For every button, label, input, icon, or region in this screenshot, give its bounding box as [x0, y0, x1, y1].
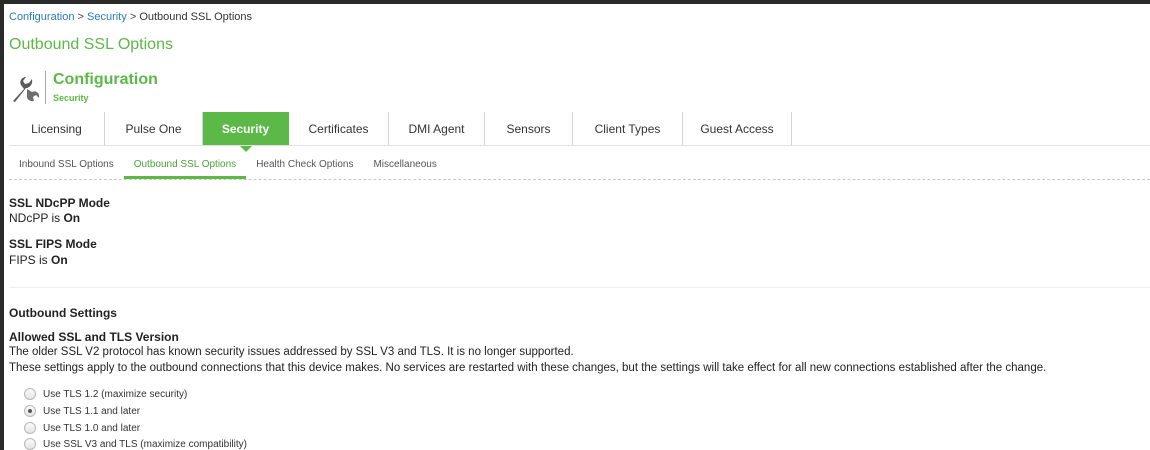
fips-status-prefix: FIPS is — [9, 253, 48, 267]
radio-button[interactable] — [24, 438, 36, 450]
tab-certificates[interactable]: Certificates — [289, 112, 389, 145]
radio-option-tls10[interactable]: Use TLS 1.0 and later — [24, 422, 140, 434]
breadcrumb-current: Outbound SSL Options — [139, 11, 253, 23]
ndcpp-status-value: On — [63, 211, 81, 225]
section-header-subtitle: Security — [53, 93, 89, 103]
wrench-icon — [10, 74, 42, 104]
outbound-settings-heading: Outbound Settings — [9, 306, 117, 320]
allowed-ssl-tls-label: Allowed SSL and TLS Version — [9, 330, 179, 344]
tab-security[interactable]: Security — [203, 112, 289, 152]
subtab-inbound-ssl-options[interactable]: Inbound SSL Options — [9, 157, 124, 179]
tabs-divider — [9, 145, 1150, 146]
main-tabs: Licensing Pulse One Security Certificate… — [9, 112, 792, 152]
radio-option-sslv3[interactable]: Use SSL V3 and TLS (maximize compatibili… — [24, 438, 247, 450]
fips-status-value: On — [51, 253, 68, 267]
subtab-miscellaneous[interactable]: Miscellaneous — [363, 157, 446, 179]
breadcrumb-link-configuration[interactable]: Configuration — [9, 11, 74, 23]
ndcpp-status-prefix: NDcPP is — [9, 211, 61, 225]
radio-option-label: Use TLS 1.1 and later — [43, 405, 141, 417]
radio-button[interactable] — [24, 422, 36, 434]
section-separator — [9, 287, 1150, 288]
window-frame-top — [0, 0, 1150, 4]
breadcrumb-separator: > — [77, 11, 84, 23]
tab-dmi-agent[interactable]: DMI Agent — [389, 112, 485, 145]
sub-tabs: Inbound SSL Options Outbound SSL Options… — [9, 157, 447, 179]
radio-option-tls12[interactable]: Use TLS 1.2 (maximize security) — [24, 388, 187, 400]
subtab-outbound-ssl-options[interactable]: Outbound SSL Options — [123, 157, 247, 179]
tab-client-types[interactable]: Client Types — [573, 112, 683, 145]
subtab-health-check-options[interactable]: Health Check Options — [246, 157, 363, 179]
outbound-settings-description: These settings apply to the outbound con… — [9, 362, 1047, 374]
radio-option-label: Use SSL V3 and TLS (maximize compatibili… — [43, 438, 247, 450]
subtabs-divider — [9, 179, 1150, 180]
ndcpp-mode-label: SSL NDcPP Mode — [9, 196, 110, 210]
window-frame-left — [0, 0, 4, 450]
ndcpp-mode-status: NDcPP is On — [9, 211, 80, 225]
tab-sensors[interactable]: Sensors — [485, 112, 573, 145]
header-divider — [45, 71, 46, 104]
radio-button[interactable] — [24, 405, 36, 417]
breadcrumb-link-security[interactable]: Security — [87, 11, 127, 23]
radio-option-label: Use TLS 1.0 and later — [43, 422, 141, 434]
breadcrumb: Configuration > Security > Outbound SSL … — [9, 11, 252, 23]
fips-mode-status: FIPS is On — [9, 253, 68, 267]
section-header-title: Configuration — [53, 71, 158, 88]
radio-button[interactable] — [24, 388, 36, 400]
tab-guest-access[interactable]: Guest Access — [683, 112, 792, 145]
breadcrumb-separator: > — [129, 11, 137, 23]
radio-option-tls11[interactable]: Use TLS 1.1 and later — [24, 405, 140, 417]
tab-pulse-one[interactable]: Pulse One — [105, 112, 203, 145]
radio-option-label: Use TLS 1.2 (maximize security) — [43, 388, 188, 400]
fips-mode-label: SSL FIPS Mode — [9, 237, 97, 251]
page-title: Outbound SSL Options — [9, 36, 173, 53]
tab-licensing[interactable]: Licensing — [9, 112, 105, 145]
ssl-v2-notice: The older SSL V2 protocol has known secu… — [9, 346, 574, 358]
